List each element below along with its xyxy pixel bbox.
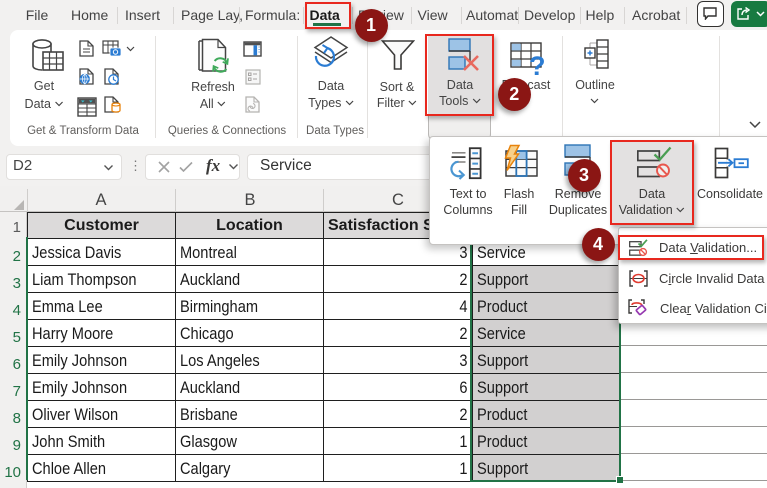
svg-text:?: ? <box>529 51 544 75</box>
